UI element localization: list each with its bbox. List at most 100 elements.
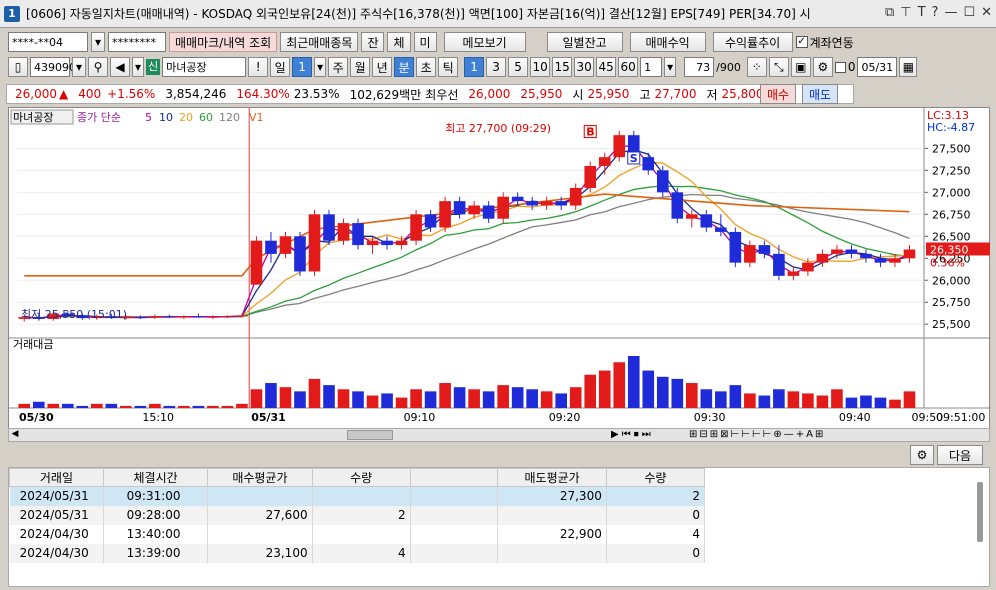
maximize-icon[interactable]: ☐ (963, 5, 975, 20)
memo-button[interactable]: 메모보기 (443, 32, 526, 52)
chart-type-icon[interactable]: ▯ (8, 57, 28, 77)
account-input[interactable]: ****-**04 (8, 32, 88, 52)
calendar-icon[interactable]: ▦ (899, 57, 918, 77)
settings-grid-icon[interactable]: ⁘ (746, 57, 767, 77)
candle-body (439, 201, 451, 228)
interval-15-button[interactable]: 15 (552, 57, 573, 77)
password-input[interactable]: ******** (108, 32, 166, 52)
year-button[interactable]: 년 (372, 57, 393, 77)
grid-header-5[interactable]: 매도평균가 (497, 468, 607, 487)
account-dropdown-icon[interactable]: ▾ (91, 32, 105, 52)
candle-body (831, 249, 843, 254)
check-icon[interactable]: ✓ (795, 36, 808, 48)
gear-icon[interactable]: ⚙ (812, 57, 833, 77)
grid-header-1[interactable]: 체결시간 (102, 468, 209, 487)
buy-button[interactable]: 매수 (760, 84, 796, 104)
sell-button[interactable]: 매도 (802, 84, 838, 104)
draw-tool-icon[interactable]: ⤡ (768, 57, 789, 77)
volume-bar (802, 393, 814, 408)
grid-header-6[interactable]: 수량 (605, 468, 706, 487)
grid-header-4[interactable] (409, 468, 499, 487)
interval-1-button[interactable]: 1 (464, 57, 485, 77)
interval-45-button[interactable]: 45 (596, 57, 617, 77)
x-tick-label: 09:40 (839, 411, 871, 424)
interval-10-button[interactable]: 10 (530, 57, 551, 77)
date-checkbox[interactable] (834, 61, 846, 73)
warning-button[interactable]: ! (248, 57, 269, 77)
restore-icon[interactable]: ⧉ (885, 5, 894, 20)
period-dropdown-icon[interactable]: ▾ (314, 57, 327, 77)
recent-trades-button[interactable]: 최근매매종목 (280, 32, 359, 52)
close-icon[interactable]: ✕ (981, 5, 992, 20)
data-count-input[interactable]: 73 (684, 57, 715, 77)
volume-bar (497, 385, 509, 408)
scroll-thumb[interactable] (347, 430, 393, 440)
grid-cell (410, 524, 499, 544)
volume-bar (874, 397, 887, 408)
help-icon[interactable]: ? (932, 5, 939, 20)
daily-balance-button[interactable]: 일별잔고 (546, 32, 623, 52)
table-row[interactable]: 2024/05/31 09:31:00 27,300 2 (9, 486, 706, 506)
save-icon[interactable]: ▣ (790, 57, 811, 77)
candlestick-chart[interactable]: 27,50027,25027,00026,75026,50026,25026,0… (9, 108, 991, 438)
candle-body (526, 201, 538, 206)
x-tick-label: 05/30 (19, 411, 54, 424)
interval-5-button[interactable]: 5 (508, 57, 529, 77)
volume-ratio: 164.30% (236, 87, 290, 101)
grid-header-0[interactable]: 거래일 (9, 468, 104, 487)
interval-dropdown-icon[interactable]: ▾ (664, 57, 677, 77)
best-bid: 25,950 (520, 87, 563, 101)
executed-button[interactable]: 체 (387, 32, 411, 52)
price-summary-bar: 26,000 ▲ 400 +1.56% 3,854,246 164.30% 23… (6, 84, 854, 104)
grid-header-3[interactable]: 수량 (311, 468, 411, 487)
interval-60-button[interactable]: 60 (618, 57, 639, 77)
text-icon[interactable]: T (918, 5, 926, 20)
chart-scrollbar[interactable]: ◀ ▶⏮⏹⏭ ⊞⊟⊞⊠⊢⊢⊢⊢⊕—+A⊞ (8, 428, 990, 442)
pin-icon[interactable]: ⊤ (900, 5, 911, 20)
minimize-icon[interactable]: — (944, 5, 957, 20)
table-row[interactable]: 2024/05/31 09:28:00 27,600 2 0 (9, 505, 706, 525)
scroll-left-icon[interactable]: ◀ (9, 429, 21, 441)
table-row[interactable]: 2024/04/30 13:39:00 23,100 4 0 (9, 543, 706, 563)
interval-select[interactable]: 1 (640, 57, 663, 77)
volume-bar (642, 370, 655, 408)
period-count-button[interactable]: 1 (292, 57, 313, 77)
volume-panel-title: 거래대금 (13, 338, 53, 351)
tick-button[interactable]: 틱 (438, 57, 459, 77)
date-input[interactable]: 05/31 (857, 57, 898, 77)
search-icon[interactable]: ⚲ (88, 57, 108, 77)
account-link-checkbox[interactable]: ✓ 계좌연동 (795, 34, 854, 51)
period-day-button[interactable]: 일 (270, 57, 291, 77)
week-button[interactable]: 주 (328, 57, 349, 77)
volume-bar (511, 387, 524, 408)
month-button[interactable]: 월 (350, 57, 371, 77)
candle-body (598, 157, 611, 166)
table-row[interactable]: 2024/04/30 13:40:00 22,900 4 (9, 524, 706, 544)
zoom-tools[interactable]: ⊞⊟⊞⊠⊢⊢⊢⊢⊕—+A⊞ (689, 429, 825, 440)
grid-settings-gear-icon[interactable]: ⚙ (910, 445, 934, 465)
stock-name-field[interactable]: 마녀공장 (162, 57, 247, 77)
volume-bar (265, 383, 277, 408)
grid-cell: 2 (312, 505, 411, 525)
volume-bar (134, 405, 147, 408)
playback-controls[interactable]: ▶⏮⏹⏭ (611, 429, 654, 440)
code-dropdown-icon[interactable]: ▾ (72, 57, 86, 77)
trade-history-grid: 거래일 체결시간 매수평균가 수량 매도평균가 수량 2024/05/31 09:31:00… (8, 467, 990, 587)
interval-30-button[interactable]: 30 (574, 57, 595, 77)
balance-button[interactable]: 잔 (361, 32, 385, 52)
grid-header-2[interactable]: 매수평균가 (207, 468, 313, 487)
stock-code-input[interactable]: 439090 (30, 57, 76, 77)
interval-3-button[interactable]: 3 (486, 57, 507, 77)
grid-cell: 2024/04/30 (9, 543, 104, 563)
speaker-icon[interactable]: ◀ (110, 57, 130, 77)
trade-profit-button[interactable]: 매매수익 (629, 32, 706, 52)
speaker-dropdown-icon[interactable]: ▾ (132, 57, 144, 77)
next-page-button[interactable]: 다음 (937, 445, 983, 465)
chart-panel[interactable]: 27,500 27,250 27,000 26,750 26,500 26,250 26,0… (8, 107, 991, 438)
profit-trend-button[interactable]: 수익률추이 (712, 32, 793, 52)
second-button[interactable]: 초 (416, 57, 437, 77)
unexecuted-button[interactable]: 미 (413, 32, 437, 52)
trade-mark-button[interactable]: 매매마크/내역 조회 (169, 32, 278, 52)
minute-button[interactable]: 분 (394, 57, 415, 77)
grid-scrollbar[interactable] (977, 482, 983, 542)
